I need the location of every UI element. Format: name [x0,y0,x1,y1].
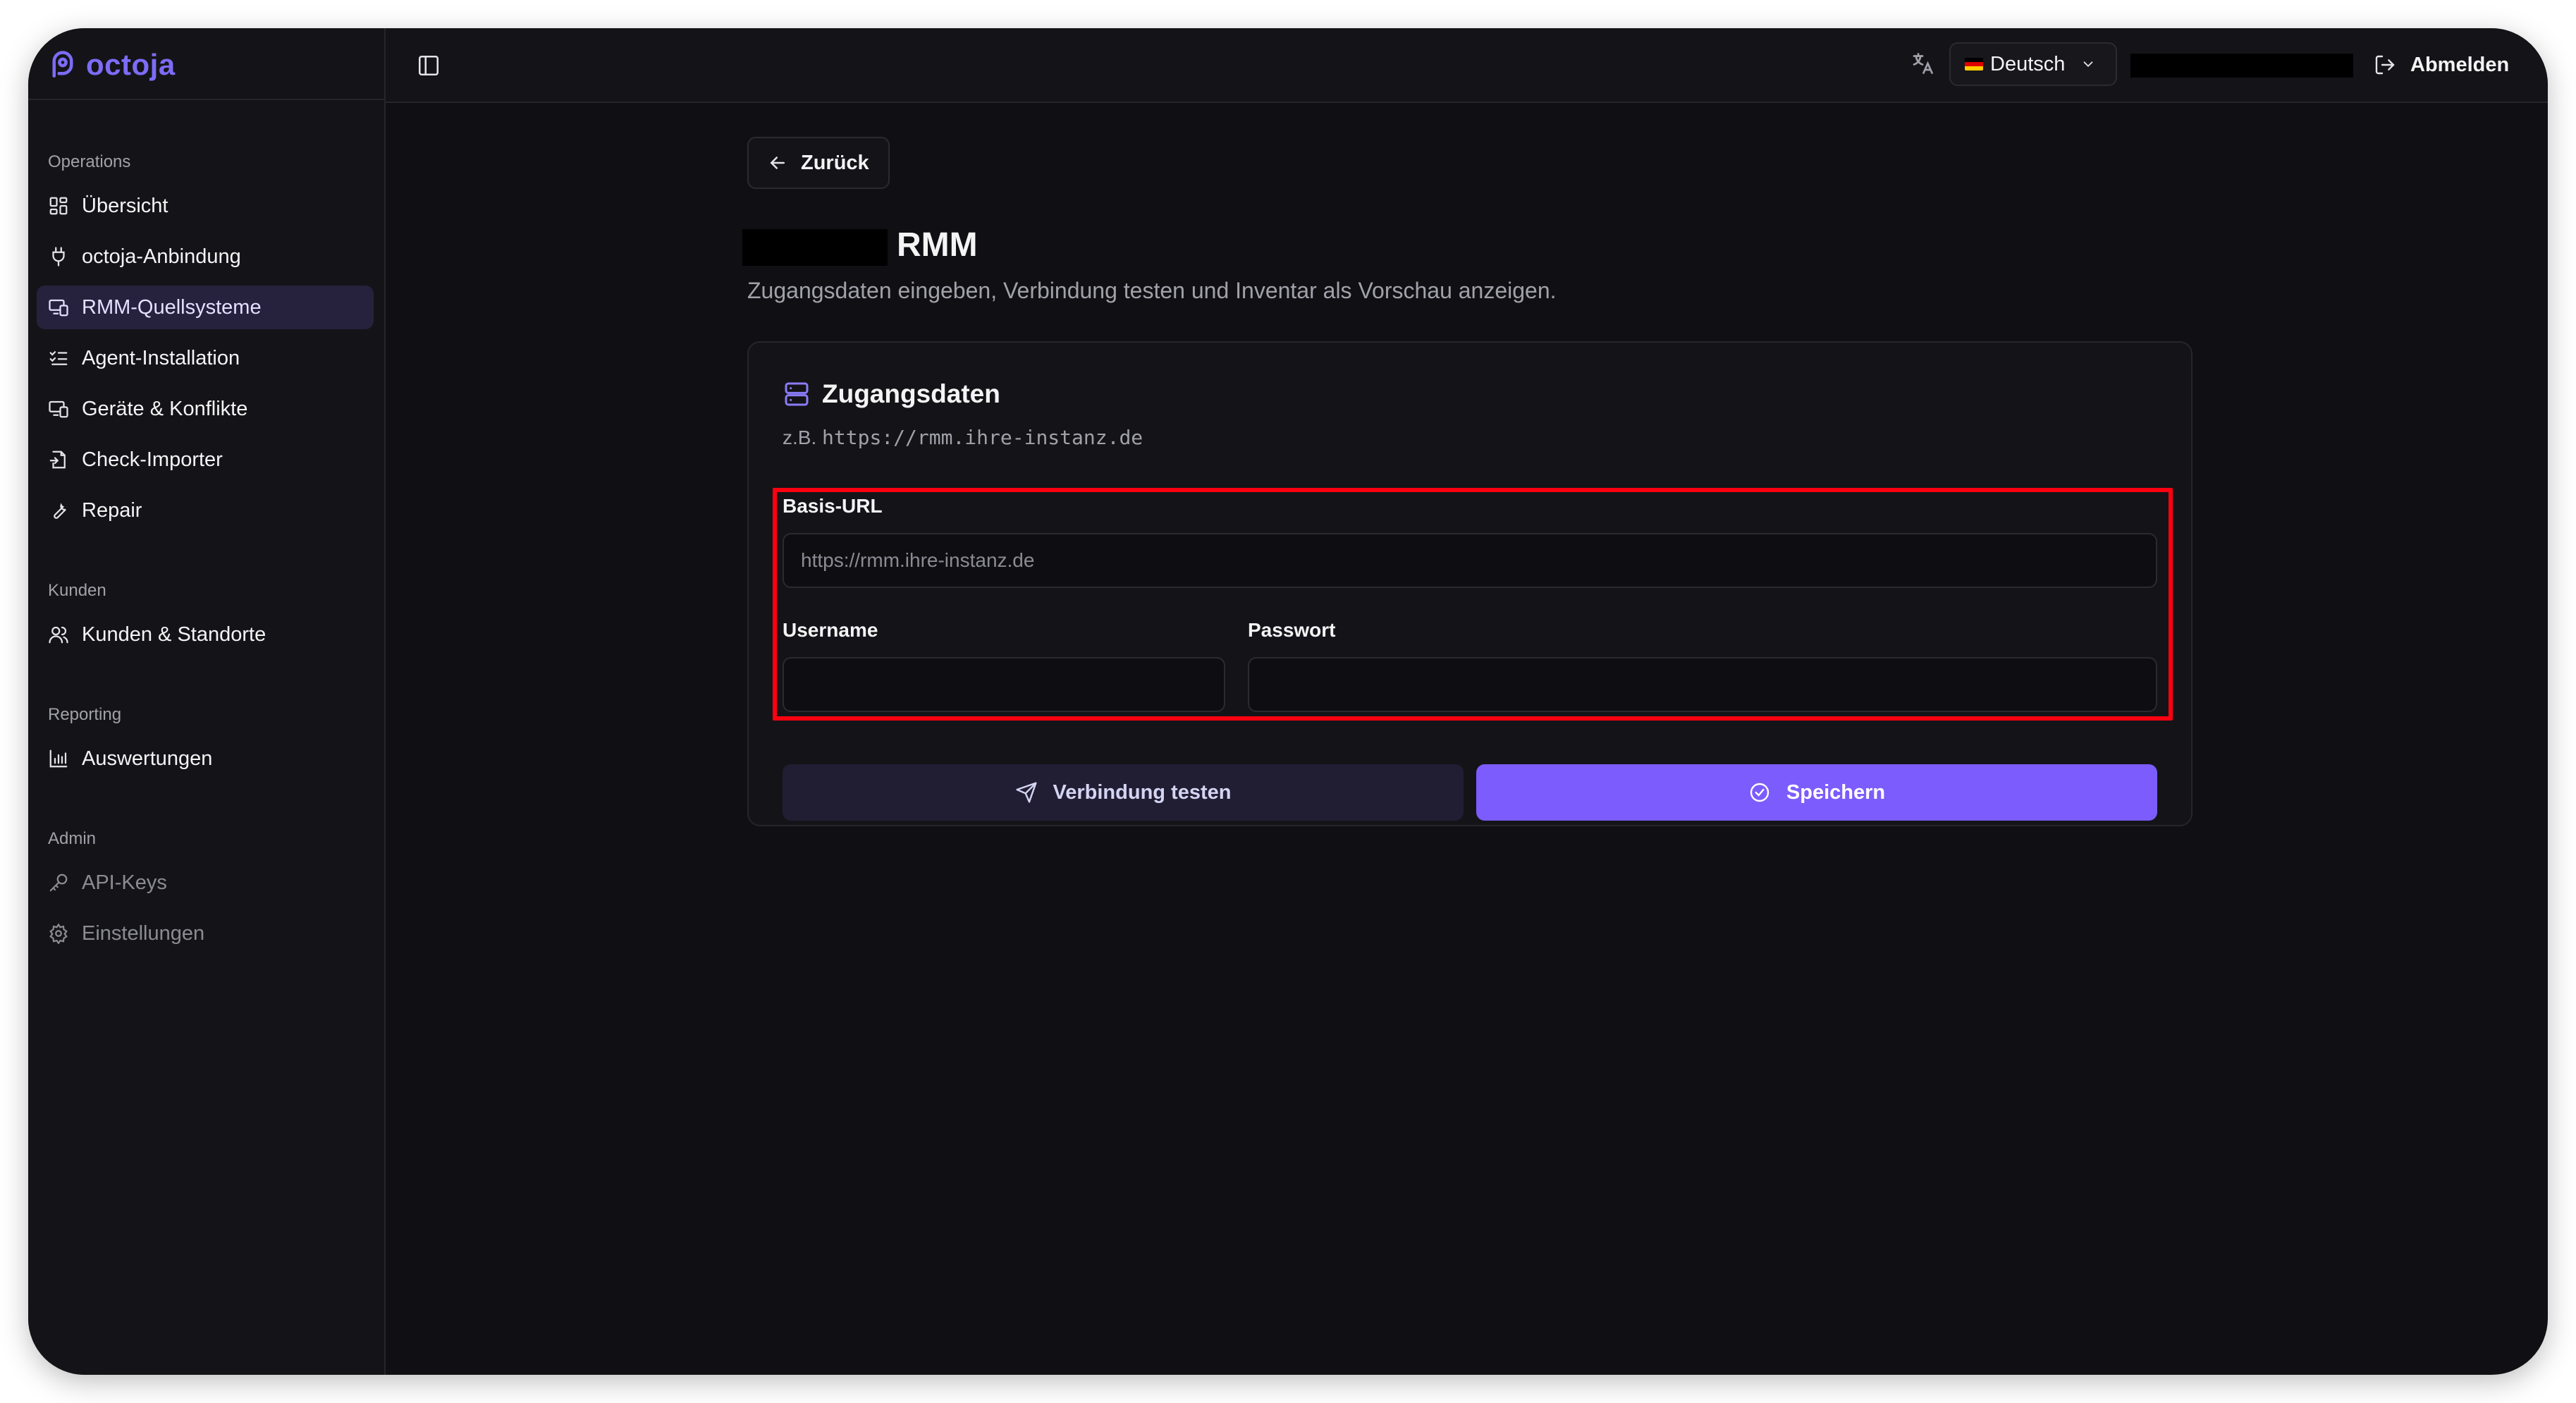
base-url-label: Basis-URL [783,495,883,517]
card-title-label: Zugangsdaten [822,379,1000,408]
sidebar-item-label: Auswertungen [82,747,213,770]
nav-group-reporting: Reporting [48,705,122,724]
sidebar-toggle-icon[interactable] [417,54,441,78]
bar-chart-icon [49,749,68,768]
test-connection-button[interactable]: Verbindung testen [783,764,1464,821]
redacted-title-prefix [742,229,888,266]
file-import-icon [49,451,66,469]
sidebar-item-api-keys[interactable]: API-Keys [37,861,374,905]
dashboard-icon [49,197,68,215]
sidebar-item-label: Geräte & Konflikte [82,397,248,420]
send-icon [1015,782,1037,803]
sidebar-item-auswertungen[interactable]: Auswertungen [37,737,374,780]
logout-button[interactable]: Abmelden [2374,47,2509,83]
logout-label: Abmelden [2410,53,2510,76]
sidebar-item-label: octoja-Anbindung [82,245,241,268]
sidebar-item-kunden-standorte[interactable]: Kunden & Standorte [37,613,374,656]
language-select[interactable]: Deutsch [1949,42,2117,86]
sidebar-item-label: Agent-Installation [82,346,240,369]
password-label: Passwort [1248,619,1336,641]
list-checks-icon [49,351,68,365]
save-label: Speichern [1786,780,1886,804]
password-input[interactable] [1248,657,2157,712]
card-hint: z.B. https://rmm.ihre-instanz.de [783,426,1143,449]
divider [28,99,384,100]
sidebar-item-label: API-Keys [82,871,167,894]
sidebar-item-label: RMM-Quellsysteme [82,295,262,319]
topbar: Deutsch Abmelden [386,28,2548,103]
sidebar-item-geraete-konflikte[interactable]: Geräte & Konflikte [37,387,374,431]
save-button[interactable]: Speichern [1476,764,2157,821]
translate-icon [1913,53,1933,74]
chevron-down-icon [2083,61,2093,68]
germany-flag-icon [1965,58,1983,71]
sidebar-item-label: Einstellungen [82,921,205,945]
sidebar-item-label: Übersicht [82,194,168,217]
plug-icon [52,247,65,266]
octoja-logo-icon [52,51,73,78]
sidebar-item-agent-installation[interactable]: Agent-Installation [37,336,374,380]
redacted-user-info [2130,54,2353,78]
page-subtitle: Zugangsdaten eingeben, Verbindung testen… [747,278,1557,303]
sidebar-item-rmm-quellsysteme[interactable]: RMM-Quellsysteme [37,286,374,329]
test-connection-label: Verbindung testen [1053,780,1232,804]
sidebar-item-repair[interactable]: Repair [37,489,374,532]
back-button[interactable]: Zurück [747,137,890,189]
gear-icon [49,923,68,944]
nav-group-kunden: Kunden [48,581,106,600]
username-label: Username [783,619,878,641]
hint-prefix: z.B. [783,427,817,448]
hint-example: https://rmm.ihre-instanz.de [822,426,1143,449]
sidebar-item-label: Kunden & Standorte [82,623,266,646]
wrench-icon [54,503,66,519]
sidebar-item-octoja-anbindung[interactable]: octoja-Anbindung [37,235,374,278]
sidebar-item-uebersicht[interactable]: Übersicht [37,184,374,228]
page-title: RMM [897,226,978,264]
users-icon [49,626,68,644]
language-label: Deutsch [1990,52,2066,75]
base-url-input[interactable] [783,533,2157,588]
devices-icon [49,299,68,317]
server-icon [785,382,809,406]
sidebar-item-check-importer[interactable]: Check-Importer [37,438,374,482]
card-title: Zugangsdaten [783,379,1000,409]
username-input[interactable] [783,657,1225,712]
nav-group-admin: Admin [48,829,97,848]
app-window: octoja Operations Übersicht octoja-Anbin… [28,28,2548,1375]
sidebar-item-label: Repair [82,498,142,522]
sidebar-item-einstellungen[interactable]: Einstellungen [37,912,374,955]
brand-name: octoja [86,48,176,81]
key-icon [49,874,68,892]
arrow-left-icon [770,157,785,169]
devices-icon [49,400,68,418]
sidebar-item-label: Check-Importer [82,448,223,471]
check-circle-icon [1750,783,1770,802]
sidebar: octoja Operations Übersicht octoja-Anbin… [28,28,386,1375]
back-label: Zurück [801,151,869,174]
credentials-card: Zugangsdaten z.B. https://rmm.ihre-insta… [747,341,2192,826]
nav-group-operations: Operations [48,152,131,171]
brand-logo[interactable]: octoja [48,44,176,86]
logout-icon [2375,55,2395,75]
